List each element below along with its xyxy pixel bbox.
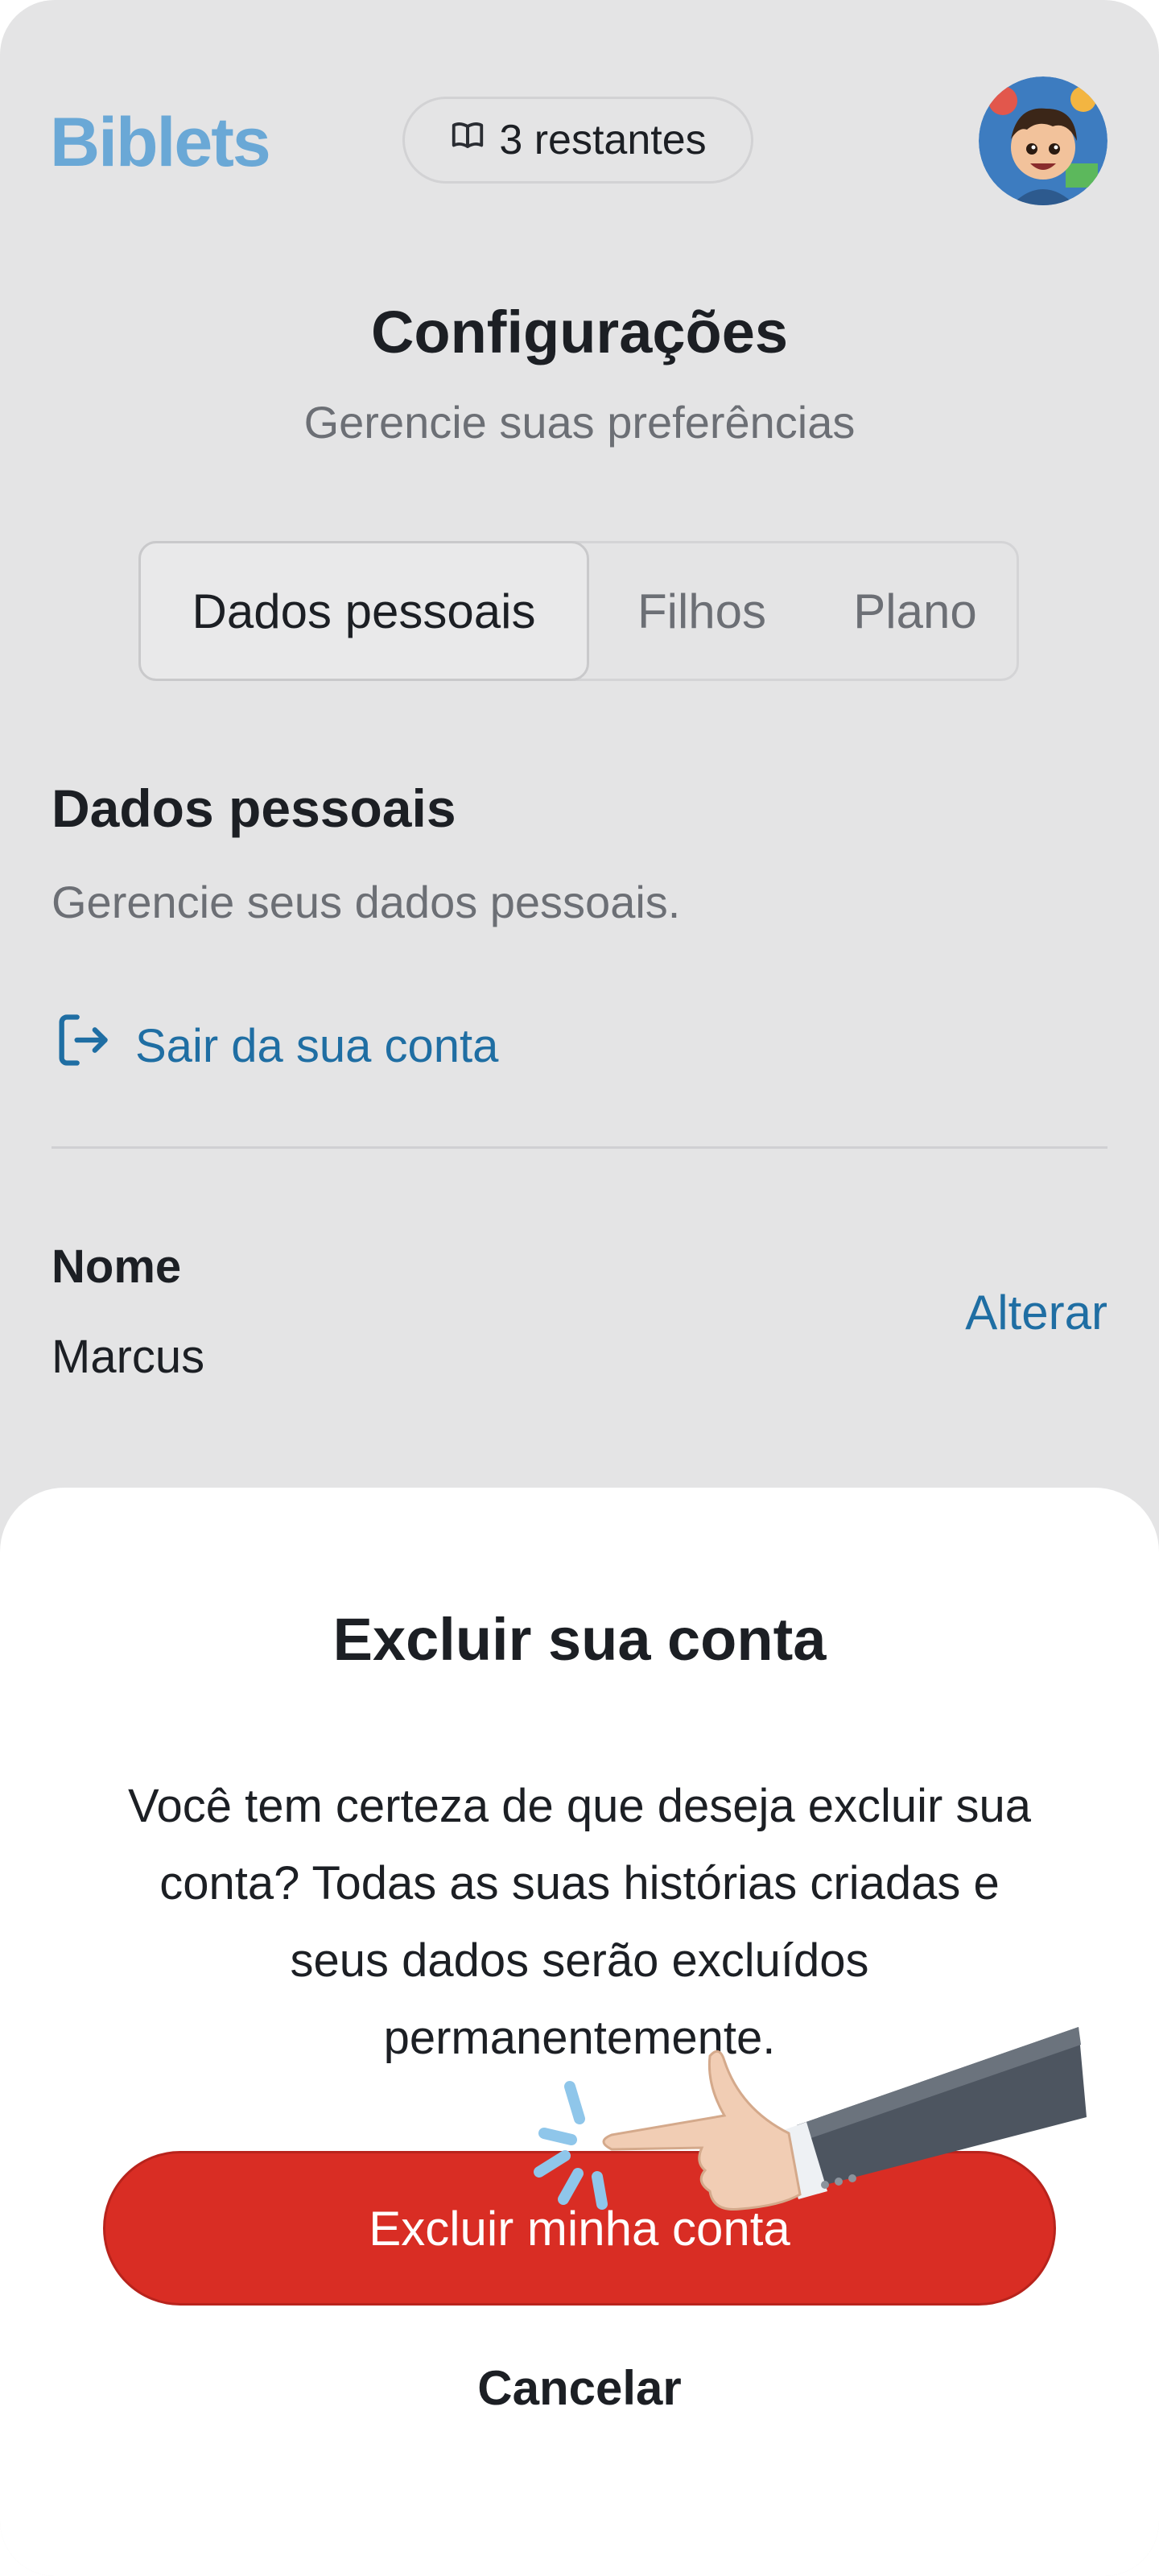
tab-plano[interactable]: Plano (815, 543, 1016, 679)
avatar[interactable] (979, 76, 1107, 205)
page-subtitle: Gerencie suas preferências (303, 397, 856, 448)
cancel-button[interactable]: Cancelar (0, 2360, 1159, 2416)
logout-icon (52, 1009, 113, 1082)
dialog-body: Você tem certeza de que deseja excluir s… (128, 1780, 1031, 2064)
logout-link[interactable]: Sair da sua conta (52, 1009, 498, 1082)
book-icon (449, 116, 486, 164)
name-field-label: Nome (52, 1241, 182, 1293)
tab-dados-pessoais[interactable]: Dados pessoais (138, 541, 589, 681)
credits-label: 3 restantes (499, 117, 707, 163)
app-logo[interactable]: Biblets (50, 103, 271, 183)
page-title: Configurações (370, 299, 789, 365)
section-description: Gerencie seus dados pessoais. (52, 877, 681, 927)
credits-badge[interactable]: 3 restantes (402, 97, 753, 184)
logout-label: Sair da sua conta (135, 1019, 499, 1072)
section-title: Dados pessoais (52, 778, 456, 838)
dialog-title: Excluir sua conta (332, 1606, 827, 1673)
settings-screen: Biblets 3 restantes Configurações Gerenc… (0, 0, 1159, 2576)
delete-account-sheet: Excluir sua conta Você tem certeza de qu… (0, 1488, 1159, 2576)
delete-account-button[interactable]: Excluir minha conta (103, 2151, 1056, 2306)
name-field-value: Marcus (52, 1331, 205, 1383)
divider (52, 1146, 1107, 1149)
change-name-link[interactable]: Alterar (965, 1285, 1107, 1340)
tab-filhos[interactable]: Filhos (589, 543, 815, 679)
settings-tabs: Dados pessoais Filhos Plano (138, 541, 1019, 681)
